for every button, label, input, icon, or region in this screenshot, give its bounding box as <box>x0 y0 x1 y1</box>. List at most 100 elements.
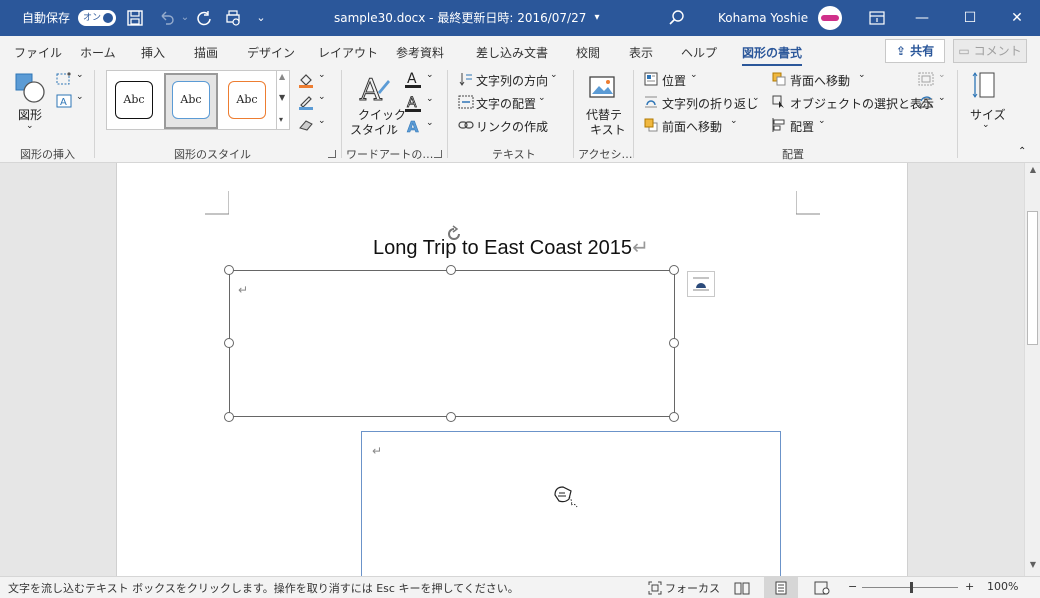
print-layout-button[interactable] <box>764 577 798 598</box>
tab-mailings[interactable]: 差し込み文書 <box>476 44 548 61</box>
tab-help[interactable]: ヘルプ <box>681 44 717 61</box>
shape-styles-group-label: 図形のスタイル <box>174 148 251 161</box>
tab-file[interactable]: ファイル <box>14 44 62 61</box>
text-fill-dropdown-icon[interactable]: ⌄ <box>426 70 434 80</box>
tab-insert[interactable]: 挿入 <box>141 44 165 61</box>
gallery-more-icon[interactable]: ▾ <box>279 115 283 124</box>
scroll-down-icon[interactable]: ▼ <box>1028 560 1038 569</box>
tab-references[interactable]: 参考資料 <box>396 44 444 61</box>
shape-effects-icon[interactable] <box>298 118 314 132</box>
maximize-icon[interactable]: ☐ <box>947 0 993 36</box>
scroll-thumb[interactable] <box>1027 211 1038 345</box>
shape-style-gallery[interactable]: Abc Abc Abc <box>106 70 282 130</box>
text-effects-dropdown-icon[interactable]: ⌄ <box>426 118 434 128</box>
title-dropdown-icon[interactable]: ▾ <box>588 9 606 27</box>
text-outline-dropdown-icon[interactable]: ⌄ <box>426 94 434 104</box>
paragraph-mark: ↵ <box>632 237 649 259</box>
undo-dropdown-icon[interactable]: ⌄ <box>176 9 194 27</box>
shape-effects-dropdown-icon[interactable]: ⌄ <box>318 116 326 126</box>
shape-style-orange[interactable]: Abc <box>228 81 266 119</box>
zoom-slider-thumb[interactable] <box>910 582 913 593</box>
tab-draw[interactable]: 描画 <box>194 44 218 61</box>
resize-handle-top-right[interactable] <box>669 265 679 275</box>
style-gallery-scroller[interactable]: ▲ ▼ ▾ <box>276 70 290 130</box>
focus-label[interactable]: フォーカス <box>665 580 720 596</box>
shapes-dropdown-icon: ⌄ <box>26 121 34 131</box>
group-dropdown-icon[interactable]: ⌄ <box>938 70 946 80</box>
wordart-launcher-icon[interactable] <box>434 150 442 158</box>
web-layout-icon[interactable] <box>814 581 830 595</box>
user-name[interactable]: Kohama Yoshie <box>718 0 808 36</box>
text-fill-icon[interactable]: A <box>404 70 422 88</box>
resize-handle-bottom-left[interactable] <box>224 412 234 422</box>
tab-view[interactable]: 表示 <box>629 44 653 61</box>
read-mode-icon[interactable] <box>734 581 750 595</box>
gallery-down-icon[interactable]: ▼ <box>279 93 285 102</box>
autosave-toggle[interactable]: オン <box>78 10 116 26</box>
scroll-up-icon[interactable]: ▲ <box>1028 165 1038 174</box>
shape-style-blue[interactable]: Abc <box>172 81 210 119</box>
gallery-up-icon[interactable]: ▲ <box>279 72 285 81</box>
selection-pane-label: オブジェクトの選択と表示 <box>790 97 935 111</box>
text-direction-icon <box>459 73 472 86</box>
resize-handle-bottom[interactable] <box>446 412 456 422</box>
resize-handle-right[interactable] <box>669 338 679 348</box>
tab-home[interactable]: ホーム <box>80 44 116 61</box>
comment-button[interactable]: ▭ コメント <box>953 39 1027 63</box>
undo-icon[interactable] <box>158 9 176 27</box>
resize-handle-top-left[interactable] <box>224 265 234 275</box>
pour-text-cursor-icon <box>554 486 578 508</box>
text-box-paragraph-mark: ↵ <box>372 444 383 458</box>
resize-handle-left[interactable] <box>224 338 234 348</box>
ribbon-display-options-icon[interactable] <box>868 9 886 27</box>
close-icon[interactable]: ✕ <box>994 0 1040 36</box>
redo-icon[interactable] <box>195 9 213 27</box>
collapse-ribbon-icon[interactable]: ⌃ <box>1018 146 1026 157</box>
resize-handle-top[interactable] <box>446 265 456 275</box>
minimize-icon[interactable]: — <box>899 0 945 36</box>
draw-text-box-icon[interactable]: A <box>56 94 74 108</box>
resize-handle-bottom-right[interactable] <box>669 412 679 422</box>
rotate-handle-icon[interactable] <box>445 225 463 243</box>
zoom-out-button[interactable]: − <box>848 580 857 593</box>
tab-design[interactable]: デザイン <box>247 44 295 61</box>
position-dropdown-icon: ⌄ <box>690 70 698 80</box>
save-icon[interactable] <box>126 9 144 27</box>
text-box-dropdown-icon[interactable]: ⌄ <box>76 92 84 102</box>
comment-label: コメント <box>973 44 1022 58</box>
group-objects-icon[interactable] <box>918 72 934 86</box>
zoom-in-button[interactable]: + <box>965 580 974 593</box>
shape-styles-launcher-icon[interactable] <box>328 150 336 158</box>
customize-qat-icon[interactable]: ⌄ <box>252 9 270 27</box>
shape-fill-dropdown-icon[interactable]: ⌄ <box>318 70 326 80</box>
shape-fill-icon[interactable] <box>298 72 314 88</box>
tab-layout[interactable]: レイアウト <box>318 44 378 61</box>
tab-shape-format[interactable]: 図形の書式 <box>742 44 803 67</box>
document-title-line[interactable]: Long Trip to East Coast 2015↵ <box>373 235 649 260</box>
shape-outline-icon[interactable] <box>298 94 314 110</box>
share-button[interactable]: ⇪ 共有 <box>885 39 945 63</box>
align-text-icon <box>458 95 474 109</box>
zoom-level[interactable]: 100% <box>987 580 1018 593</box>
vertical-scrollbar[interactable]: ▲ ▼ <box>1024 163 1040 576</box>
bring-forward-icon <box>644 118 658 132</box>
search-icon[interactable] <box>668 9 686 27</box>
rotate-objects-icon[interactable] <box>918 95 934 109</box>
wrap-text-icon <box>645 96 657 108</box>
quick-styles-dropdown-icon: ⌄ <box>390 121 398 131</box>
text-outline-icon[interactable]: A <box>404 94 422 112</box>
document-page[interactable]: Long Trip to East Coast 2015↵ ↵ ↵ <box>116 163 908 576</box>
rotate-dropdown-icon[interactable]: ⌄ <box>938 93 946 103</box>
shape-style-black[interactable]: Abc <box>115 81 153 119</box>
user-avatar[interactable] <box>818 6 842 30</box>
edit-shape-dropdown-icon[interactable]: ⌄ <box>76 70 84 80</box>
text-box-selected[interactable]: ↵ <box>229 270 675 417</box>
layout-options-button[interactable] <box>687 271 715 297</box>
text-effects-icon[interactable]: A <box>404 118 422 134</box>
align-text-label: 文字の配置 <box>476 97 537 111</box>
tab-review[interactable]: 校閲 <box>576 44 600 61</box>
focus-icon[interactable] <box>648 581 662 595</box>
print-preview-icon[interactable] <box>224 9 242 27</box>
edit-shape-icon[interactable] <box>56 72 74 86</box>
shape-outline-dropdown-icon[interactable]: ⌄ <box>318 92 326 102</box>
